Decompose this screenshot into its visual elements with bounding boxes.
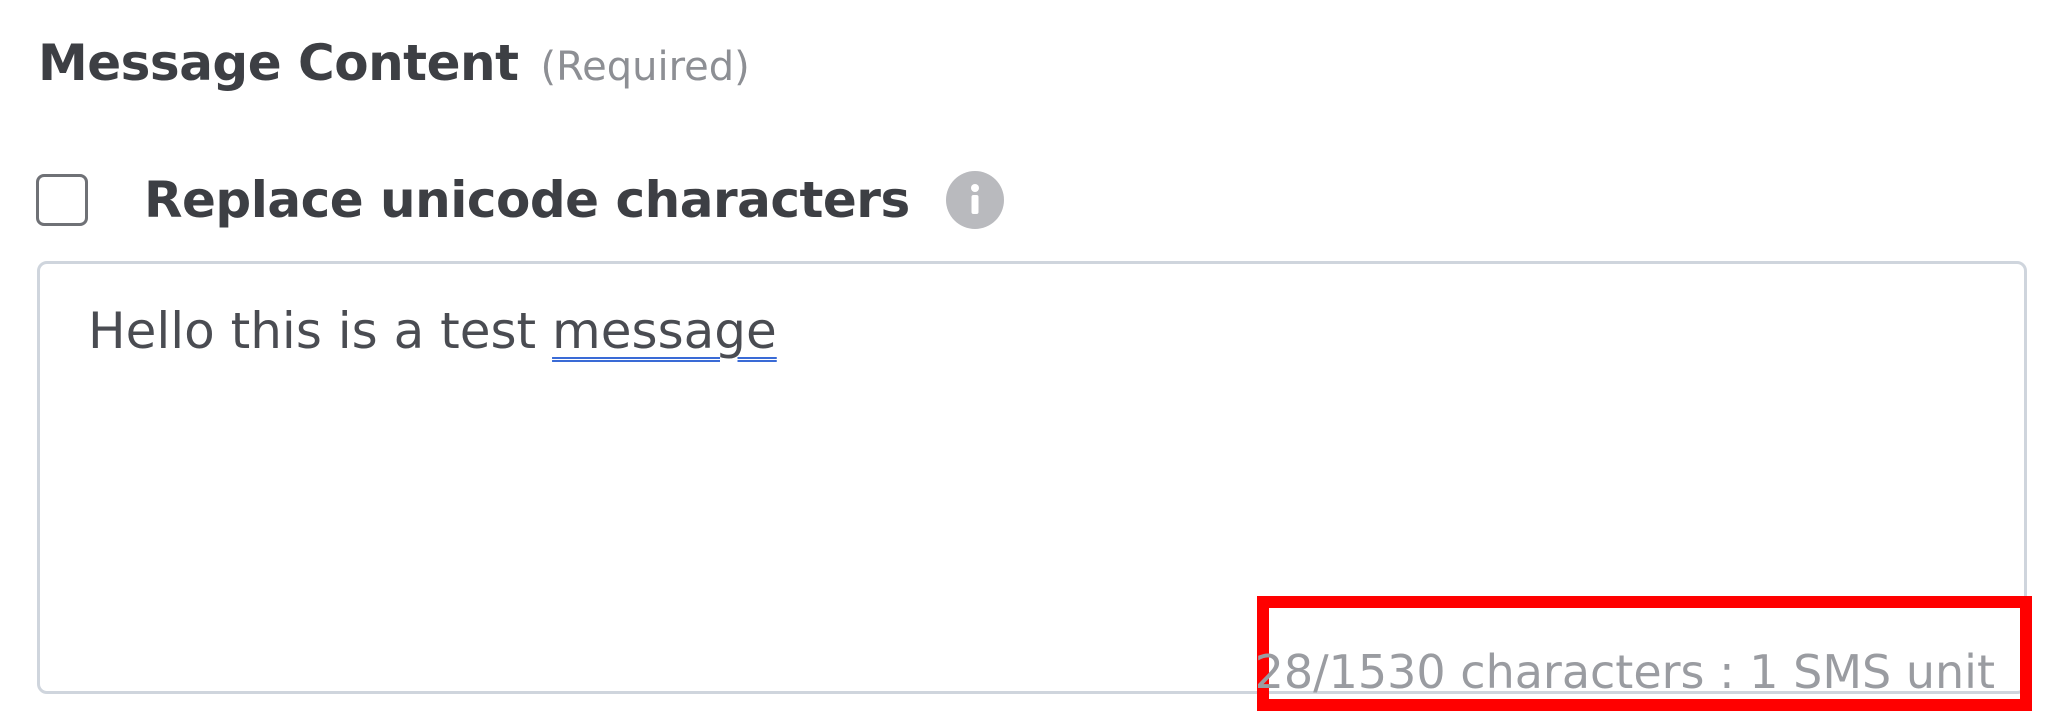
required-label: (Required)	[540, 44, 750, 90]
message-text-start: Hello this is a test	[88, 302, 553, 360]
replace-unicode-checkbox[interactable]	[36, 174, 88, 226]
replace-unicode-option: Replace unicode characters	[36, 168, 1004, 232]
message-content-header: Message Content (Required)	[38, 34, 750, 92]
section-title: Message Content	[38, 34, 519, 92]
replace-unicode-label[interactable]: Replace unicode characters	[144, 171, 910, 229]
character-counter-highlight: 28/1530 characters : 1 SMS unit	[1254, 596, 2032, 711]
character-counter: 28/1530 characters : 1 SMS unit	[1254, 645, 1995, 699]
spellcheck-word[interactable]: message	[552, 302, 777, 360]
info-icon[interactable]	[945, 171, 1004, 229]
message-text: Hello this is a test message	[88, 302, 777, 360]
